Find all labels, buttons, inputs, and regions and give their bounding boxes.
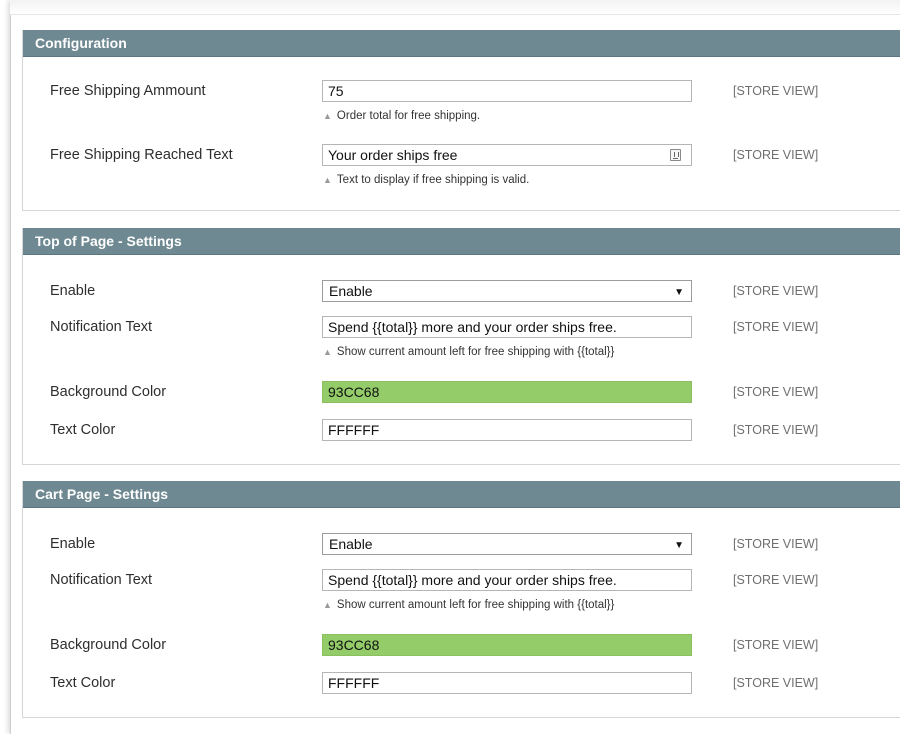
cart-background-color-input[interactable]: 93CC68: [322, 634, 692, 656]
store-view-scope: [STORE VIEW]: [733, 676, 819, 690]
top-of-page-section: Top of Page - Settings Enable Enable ▼ […: [22, 228, 900, 465]
free-shipping-amount-input[interactable]: 75: [322, 80, 692, 102]
cart-enable-select[interactable]: Enable ▼: [322, 533, 692, 555]
store-view-scope: [STORE VIEW]: [733, 423, 819, 437]
top-notification-text-label: Notification Text: [50, 319, 153, 335]
free-shipping-reached-text-value: Your order ships free: [328, 147, 458, 163]
top-background-color-label: Background Color: [50, 384, 167, 400]
cart-background-color-label: Background Color: [50, 637, 167, 653]
triangle-up-icon: ▲: [323, 347, 332, 357]
top-notification-text-input[interactable]: Spend {{total}} more and your order ship…: [322, 316, 692, 338]
dropdown-arrow-icon[interactable]: ▼: [674, 285, 684, 301]
free-shipping-amount-note: ▲ Order total for free shipping.: [323, 110, 480, 122]
text-editor-icon[interactable]: [670, 149, 681, 161]
store-view-scope: [STORE VIEW]: [733, 84, 819, 98]
store-view-scope: [STORE VIEW]: [733, 385, 819, 399]
triangle-up-icon: ▲: [323, 600, 332, 610]
cart-notification-text-note: ▲ Show current amount left for free shipp…: [323, 599, 614, 611]
page-top-edge: [10, 0, 900, 15]
store-view-scope: [STORE VIEW]: [733, 638, 819, 652]
free-shipping-amount-note-text: Order total for free shipping.: [336, 110, 481, 122]
dropdown-arrow-icon[interactable]: ▼: [674, 538, 684, 554]
store-view-scope: [STORE VIEW]: [733, 148, 819, 162]
cart-notification-text-note-text: Show current amount left for free shippi…: [336, 599, 615, 611]
configuration-header[interactable]: Configuration: [23, 30, 900, 57]
top-enable-value: Enable: [329, 283, 373, 299]
top-text-color-label: Text Color: [50, 422, 116, 438]
cart-page-section: Cart Page - Settings Enable Enable ▼ [ST…: [22, 481, 900, 718]
top-background-color-input[interactable]: 93CC68: [322, 381, 692, 403]
store-view-scope: [STORE VIEW]: [733, 320, 819, 334]
top-text-color-input[interactable]: FFFFFF: [322, 419, 692, 441]
top-of-page-header[interactable]: Top of Page - Settings: [23, 228, 900, 255]
store-view-scope: [STORE VIEW]: [733, 284, 819, 298]
free-shipping-reached-text-note: ▲ Text to display if free shipping is val…: [323, 174, 529, 186]
top-enable-label: Enable: [50, 283, 96, 299]
cart-enable-value: Enable: [329, 536, 373, 552]
cart-text-color-label: Text Color: [50, 675, 116, 691]
top-notification-text-note-text: Show current amount left for free shippi…: [336, 346, 615, 358]
cart-notification-text-label: Notification Text: [50, 572, 153, 588]
top-enable-select[interactable]: Enable ▼: [322, 280, 692, 302]
triangle-up-icon: ▲: [323, 111, 332, 121]
store-view-scope: [STORE VIEW]: [733, 573, 819, 587]
free-shipping-reached-text-note-text: Text to display if free shipping is vali…: [336, 174, 530, 186]
free-shipping-amount-label: Free Shipping Ammount: [50, 83, 206, 99]
cart-enable-label: Enable: [50, 536, 96, 552]
store-view-scope: [STORE VIEW]: [733, 537, 819, 551]
cart-text-color-input[interactable]: FFFFFF: [322, 672, 692, 694]
cart-page-header[interactable]: Cart Page - Settings: [23, 481, 900, 508]
configuration-section: Configuration Free Shipping Ammount 75 ▲…: [22, 30, 900, 211]
top-notification-text-note: ▲ Show current amount left for free shipp…: [323, 346, 614, 358]
triangle-up-icon: ▲: [323, 175, 332, 185]
cart-notification-text-input[interactable]: Spend {{total}} more and your order ship…: [322, 569, 692, 591]
free-shipping-reached-text-input[interactable]: Your order ships free: [322, 144, 692, 166]
free-shipping-reached-text-label: Free Shipping Reached Text: [50, 147, 233, 163]
